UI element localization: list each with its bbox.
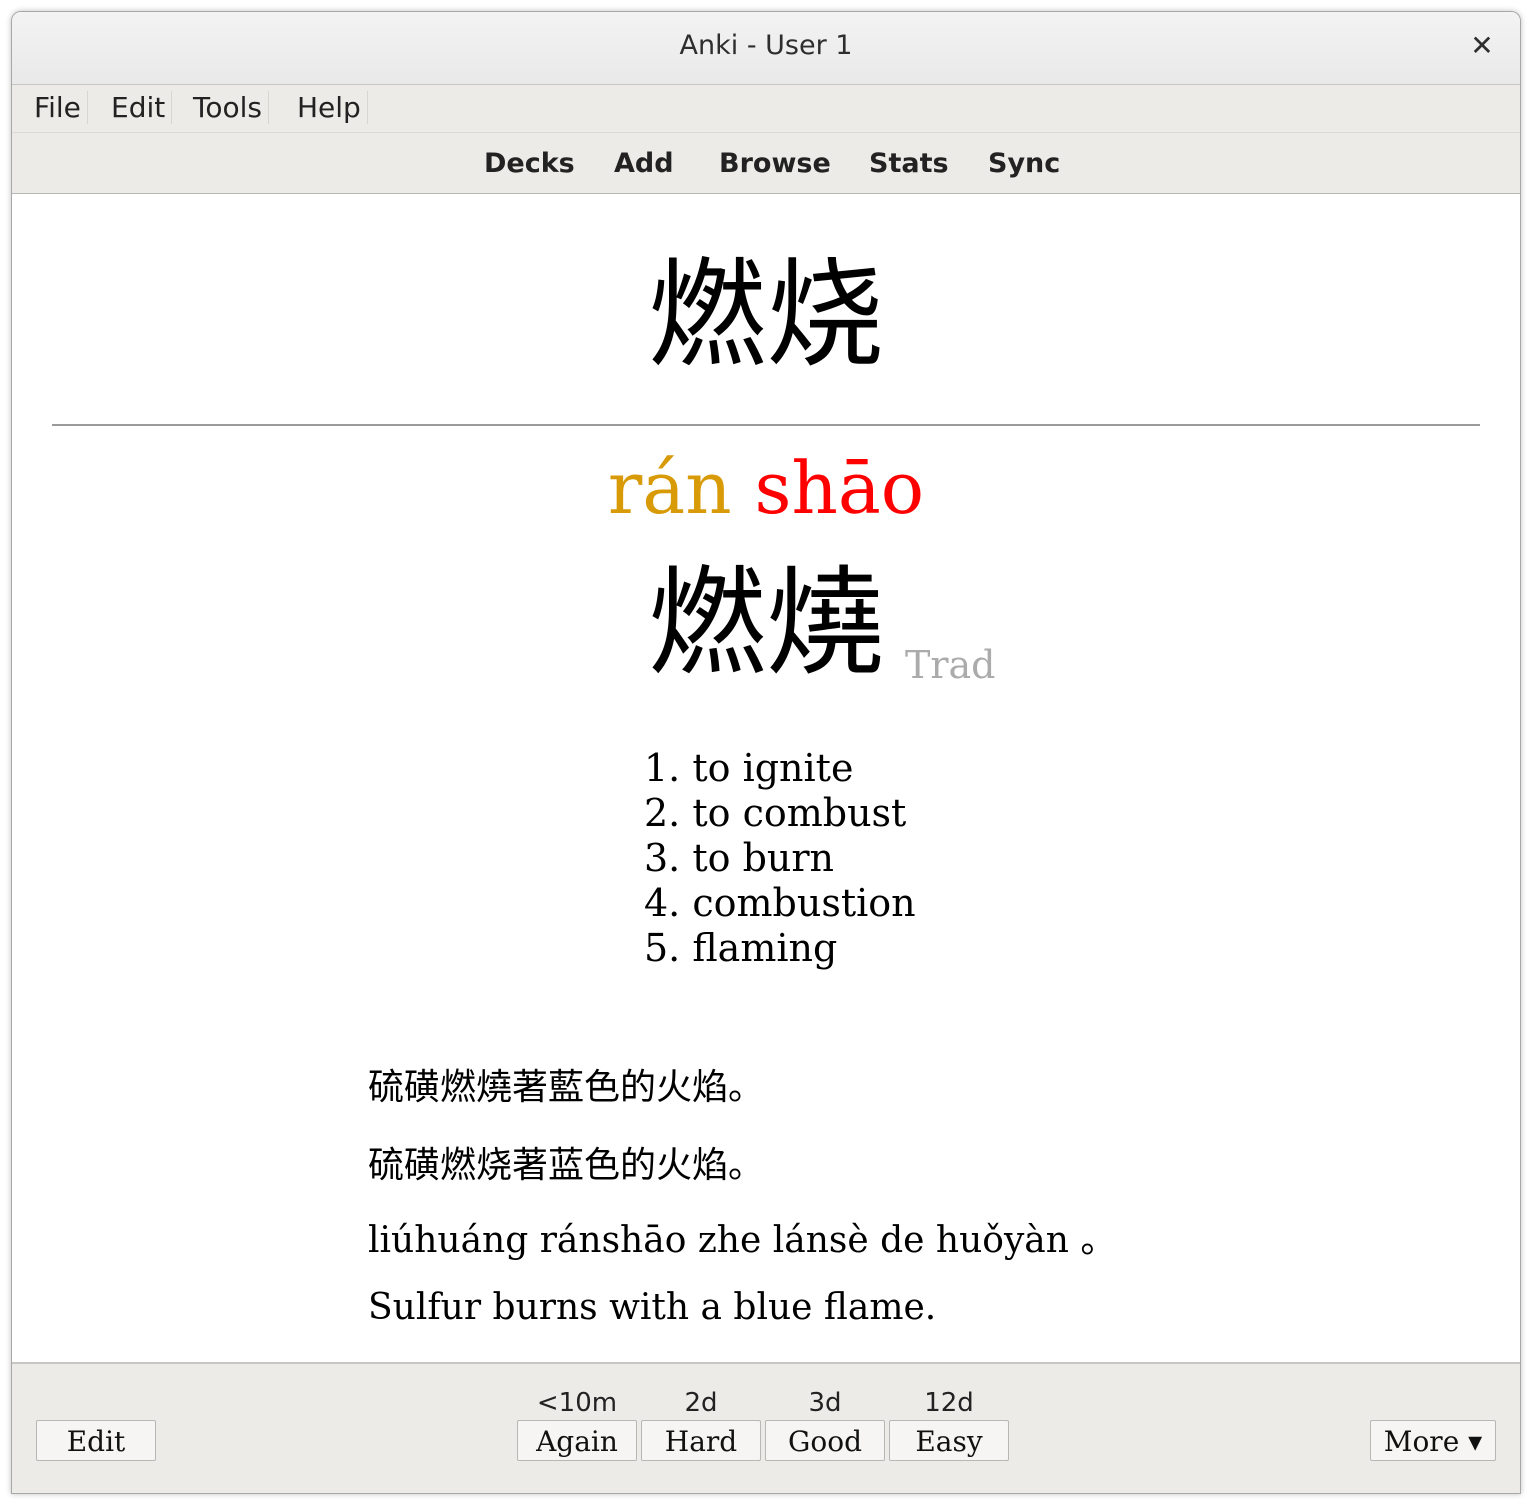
again-interval: <10m (536, 1388, 618, 1418)
definitions-list: 1. to ignite 2. to combust 3. to burn 4.… (644, 746, 916, 971)
window-title: Anki - User 1 (679, 30, 853, 61)
traditional-label: Trad (905, 643, 996, 687)
definition-item: 2. to combust (644, 791, 907, 835)
close-icon[interactable]: ✕ (1466, 30, 1498, 62)
answer-divider (52, 424, 1480, 426)
definition-item: 3. to burn (644, 836, 834, 880)
anki-window: Anki - User 1 ✕ File Edit Tools Help Dec… (11, 11, 1521, 1494)
definition-item: 1. to ignite (644, 746, 854, 790)
toolbar-add[interactable]: Add (614, 148, 674, 179)
definition-item: 5. flaming (644, 926, 838, 970)
menu-help[interactable]: Help (291, 91, 368, 124)
example-simplified: 硫磺燃烧著蓝色的火焰。 (368, 1145, 765, 1186)
pinyin-syllable-1: rán (607, 446, 732, 530)
main-toolbar: Decks Add Browse Stats Sync (12, 133, 1520, 194)
pinyin-syllable-2: shāo (754, 446, 925, 530)
pinyin-separator (732, 446, 755, 530)
easy-button[interactable]: Easy (889, 1420, 1009, 1461)
hard-interval: 2d (684, 1388, 718, 1418)
title-bar[interactable]: Anki - User 1 ✕ (12, 12, 1520, 85)
answer-footer: Edit <10m 2d 3d 12d Again Hard Good Easy… (12, 1362, 1520, 1493)
traditional-hanzi: 燃燒 (647, 554, 884, 692)
toolbar-sync[interactable]: Sync (988, 148, 1060, 179)
good-interval: 3d (808, 1388, 842, 1418)
toolbar-browse[interactable]: Browse (719, 148, 831, 179)
menu-tools[interactable]: Tools (187, 91, 269, 124)
menu-file[interactable]: File (28, 91, 88, 124)
pinyin: rán shāo (12, 452, 1520, 524)
card-view: 燃烧 rán shāo 燃燒 Trad 1. to ignite 2. to c… (12, 194, 1520, 1362)
hard-button[interactable]: Hard (641, 1420, 761, 1461)
menu-bar: File Edit Tools Help (12, 85, 1520, 133)
example-english: Sulfur burns with a blue flame. (368, 1287, 937, 1328)
edit-button[interactable]: Edit (36, 1420, 156, 1461)
easy-interval: 12d (924, 1388, 974, 1418)
good-button[interactable]: Good (765, 1420, 885, 1461)
traditional-row: 燃燒 Trad (12, 564, 1520, 687)
menu-edit[interactable]: Edit (105, 91, 173, 124)
example-traditional: 硫磺燃燒著藍色的火焰。 (368, 1067, 765, 1108)
more-button[interactable]: More ▾ (1370, 1420, 1496, 1461)
definition-item: 4. combustion (644, 881, 916, 925)
again-button[interactable]: Again (517, 1420, 637, 1461)
front-hanzi: 燃烧 (647, 246, 884, 384)
example-pinyin: liúhuáng ránshāo zhe lánsè de huǒyàn 。 (368, 1220, 1117, 1261)
toolbar-stats[interactable]: Stats (869, 148, 949, 179)
toolbar-decks[interactable]: Decks (484, 148, 575, 179)
